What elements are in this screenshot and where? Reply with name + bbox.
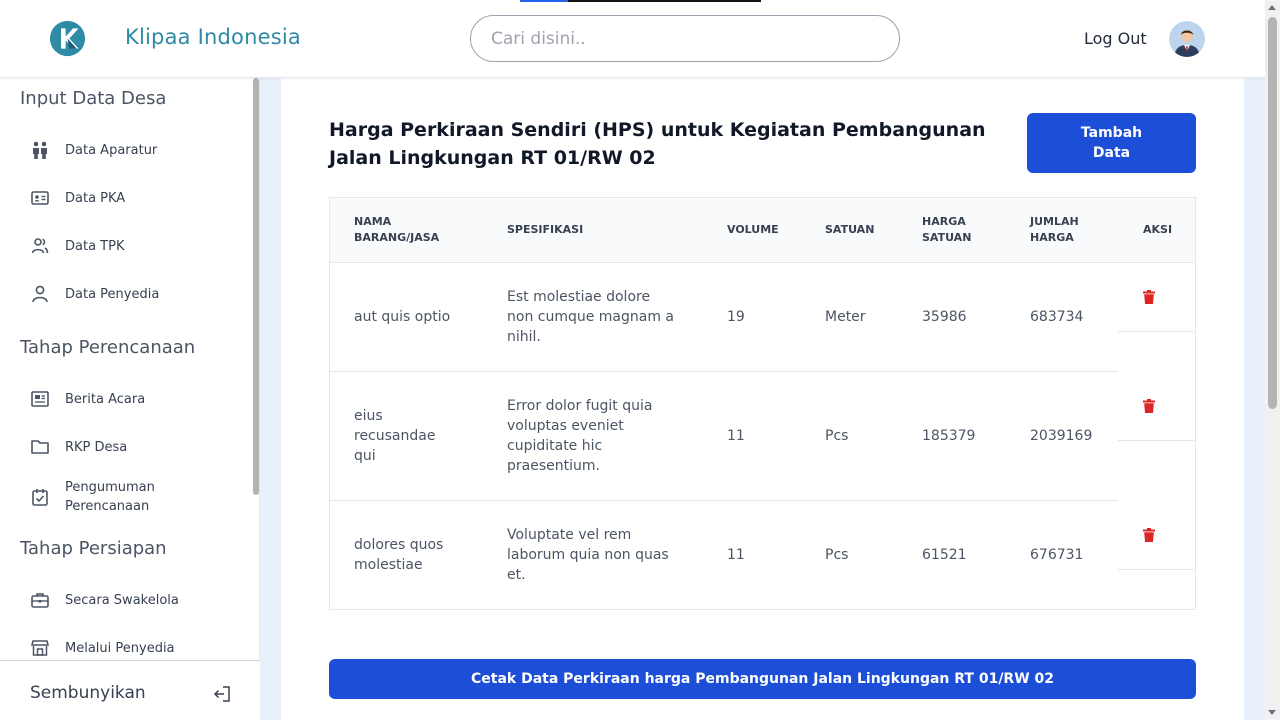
column-header-nama: NAMA BARANG/JASA	[354, 215, 440, 244]
divider	[1118, 440, 1195, 441]
sidebar-item-data-pka[interactable]: Data PKA	[30, 182, 245, 214]
loading-bar	[520, 0, 761, 2]
scrollbar-thumb[interactable]	[1268, 17, 1277, 409]
sidebar-item-rkp-desa[interactable]: RKP Desa	[30, 431, 245, 463]
cell-volume: 11	[727, 547, 745, 563]
sidebar-hide-label: Sembunyikan	[30, 683, 146, 703]
delete-icon[interactable]	[1143, 290, 1155, 304]
briefcase-icon	[30, 590, 50, 610]
cell-nama: dolores quos molestiae	[354, 537, 444, 573]
brand-name[interactable]: Klipaa Indonesia	[125, 25, 301, 49]
cell-jumlah-harga: 676731	[1030, 547, 1084, 563]
sidebar-item-data-tpk[interactable]: Data TPK	[30, 230, 245, 262]
page-scrollbar[interactable]	[1265, 0, 1280, 720]
cell-harga-satuan: 61521	[922, 547, 967, 563]
column-header-satuan: SATUAN	[825, 223, 875, 236]
cell-nama: aut quis optio	[354, 309, 451, 325]
sidebar-item-label: RKP Desa	[65, 439, 128, 455]
page-title: Harga Perkiraan Sendiri (HPS) untuk Kegi…	[329, 119, 986, 169]
klipaa-logo-icon[interactable]	[49, 20, 86, 57]
scroll-up-icon[interactable]	[1268, 5, 1276, 10]
users-icon	[30, 236, 50, 256]
sidebar: Input Data Desa Data Aparatur Data PKA D…	[0, 78, 260, 720]
cell-volume: 19	[727, 309, 745, 325]
logout-arrow-icon	[213, 686, 230, 702]
sidebar-item-data-aparatur[interactable]: Data Aparatur	[30, 134, 245, 166]
cell-jumlah-harga: 2039169	[1030, 428, 1093, 444]
sidebar-item-secara-swakelola[interactable]: Secara Swakelola	[30, 584, 245, 616]
sidebar-menu: Input Data Desa Data Aparatur Data PKA D…	[0, 78, 260, 660]
column-header-aksi: AKSI	[1143, 223, 1173, 236]
divider	[1118, 569, 1195, 570]
user-avatar-icon	[1169, 21, 1205, 57]
delete-icon[interactable]	[1143, 528, 1155, 542]
sidebar-item-melalui-penyedia[interactable]: Melalui Penyedia	[30, 632, 245, 660]
search-input[interactable]	[470, 15, 900, 62]
delete-icon[interactable]	[1143, 399, 1155, 413]
cell-nama: eius recusandae qui	[354, 408, 436, 464]
sidebar-item-label: Data Aparatur	[65, 142, 158, 158]
cell-spesifikasi: Error dolor fugit quia voluptas eveniet …	[507, 398, 653, 474]
folder-icon	[30, 437, 50, 457]
table-header: NAMA BARANG/JASA SPESIFIKASI VOLUME SATU…	[330, 198, 1195, 263]
table-row: dolores quos molestiae Voluptate vel rem…	[330, 501, 1118, 610]
section-title-tahap-perencanaan: Tahap Perencanaan	[20, 337, 196, 358]
cell-satuan: Pcs	[825, 547, 849, 563]
cell-spesifikasi: Est molestiae dolore non cumque magnam a…	[507, 289, 675, 345]
cell-spesifikasi: Voluptate vel rem laborum quia non quas …	[507, 527, 669, 583]
sidebar-item-label: Data Penyedia	[65, 286, 160, 302]
table-row: aut quis optio Est molestiae dolore non …	[330, 263, 1118, 372]
print-data-button[interactable]: Cetak Data Perkiraan harga Pembangunan J…	[329, 659, 1196, 699]
sidebar-hide-toggle[interactable]: Sembunyikan	[0, 660, 260, 720]
cell-harga-satuan: 35986	[922, 309, 967, 325]
people-icon	[30, 140, 50, 160]
table-row: eius recusandae qui Error dolor fugit qu…	[330, 372, 1118, 501]
section-title-tahap-persiapan: Tahap Persiapan	[20, 538, 167, 559]
sidebar-item-label: Data PKA	[65, 190, 126, 206]
cell-volume: 11	[727, 428, 745, 444]
column-header-harga-satuan: HARGA SATUAN	[922, 215, 972, 244]
column-header-spesifikasi: SPESIFIKASI	[507, 223, 584, 236]
sidebar-item-berita-acara[interactable]: Berita Acara	[30, 383, 245, 415]
sidebar-scrollbar[interactable]	[253, 78, 259, 495]
newspaper-icon	[30, 389, 50, 409]
sidebar-item-label: Data TPK	[65, 238, 125, 254]
sidebar-item-label: Melalui Penyedia	[65, 640, 175, 656]
add-data-button[interactable]: Tambah Data	[1027, 113, 1196, 173]
top-header: Klipaa Indonesia Log Out	[0, 0, 1265, 78]
sidebar-item-label: Berita Acara	[65, 391, 146, 407]
calendar-check-icon	[30, 487, 50, 507]
cell-satuan: Pcs	[825, 428, 849, 444]
main-card: Harga Perkiraan Sendiri (HPS) untuk Kegi…	[281, 78, 1244, 720]
avatar[interactable]	[1169, 21, 1205, 57]
sidebar-item-pengumuman-perencanaan[interactable]: Pengumuman Perencanaan	[30, 476, 245, 518]
column-header-volume: VOLUME	[727, 223, 779, 236]
id-card-icon	[30, 188, 50, 208]
column-header-jumlah-harga: JUMLAH HARGA	[1030, 215, 1079, 244]
store-icon	[30, 638, 50, 658]
sidebar-item-label: Secara Swakelola	[65, 592, 179, 608]
cell-jumlah-harga: 683734	[1030, 309, 1084, 325]
hps-table: NAMA BARANG/JASA SPESIFIKASI VOLUME SATU…	[329, 197, 1196, 610]
cell-satuan: Meter	[825, 309, 866, 325]
cell-harga-satuan: 185379	[922, 428, 976, 444]
section-title-input-data-desa: Input Data Desa	[20, 88, 167, 109]
scroll-down-icon[interactable]	[1268, 710, 1276, 715]
divider	[1118, 331, 1195, 332]
sidebar-item-label: Pengumuman Perencanaan	[65, 480, 155, 514]
sidebar-item-data-penyedia[interactable]: Data Penyedia	[30, 278, 245, 310]
logout-button[interactable]: Log Out	[1084, 29, 1147, 48]
user-icon	[30, 284, 50, 304]
